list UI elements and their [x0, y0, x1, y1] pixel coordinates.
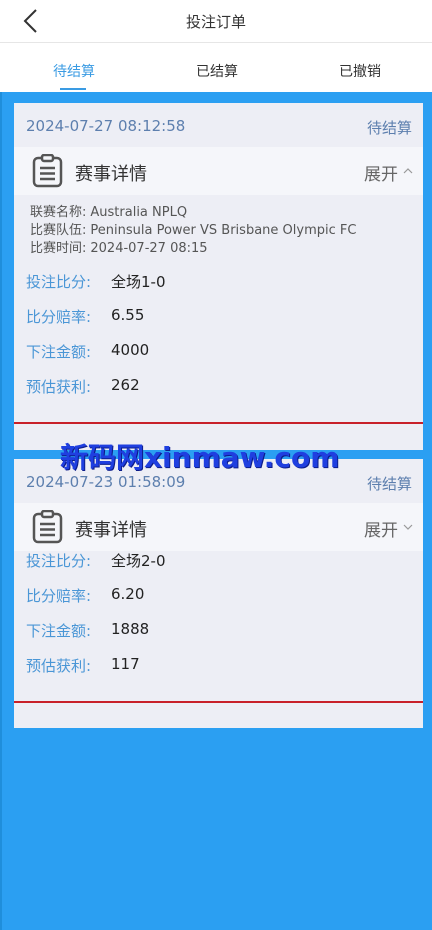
- bet-amount-row: 下注金额: 4000: [26, 341, 149, 362]
- bet-score-row: 投注比分: 全场1-0: [26, 271, 166, 292]
- league-line: 联赛名称: Australia NPLQ: [30, 204, 187, 222]
- estimated-profit-label: 预估获利:: [26, 378, 92, 396]
- teams-line: 比赛队伍: Peninsula Power VS Brisbane Olympic…: [30, 222, 356, 240]
- active-tab-indicator: [60, 88, 86, 90]
- status-badge: 待结算: [366, 475, 412, 493]
- odds-label: 比分赔率:: [26, 308, 92, 326]
- chevron-down-icon[interactable]: [403, 523, 413, 531]
- card-divider: [14, 422, 423, 424]
- bet-amount-label: 下注金额:: [26, 622, 92, 640]
- order-date: 2024-07-27 08:12:58: [26, 117, 186, 135]
- bet-amount-value: 1888: [111, 620, 150, 638]
- expand-label[interactable]: 展开: [364, 160, 398, 185]
- chevron-up-icon[interactable]: [403, 167, 413, 175]
- expand-label[interactable]: 展开: [364, 516, 398, 541]
- order-card: 2024-07-27 08:12:58 待结算 赛事详情 展开 联赛名称: Aus…: [14, 103, 423, 450]
- watermark-text: 新码网xinmaw.com: [60, 441, 340, 474]
- bet-amount-value: 4000: [111, 341, 150, 359]
- match-time-label: 比赛时间:: [30, 241, 87, 256]
- bet-score-label: 投注比分:: [26, 552, 92, 570]
- match-time-line: 比赛时间: 2024-07-27 08:15: [30, 240, 208, 258]
- match-details-toggle[interactable]: 赛事详情 展开: [14, 503, 423, 551]
- odds-value: 6.20: [111, 585, 145, 603]
- league-label: 联赛名称:: [30, 205, 87, 220]
- details-title: 赛事详情: [75, 164, 147, 185]
- card-divider: [14, 701, 423, 703]
- bet-score-row: 投注比分: 全场2-0: [26, 550, 166, 571]
- bet-score-value: 全场2-0: [111, 552, 166, 570]
- teams-label: 比赛队伍:: [30, 223, 87, 238]
- estimated-profit-value: 262: [111, 376, 140, 394]
- status-badge: 待结算: [366, 119, 412, 137]
- bet-amount-row: 下注金额: 1888: [26, 620, 149, 641]
- odds-row: 比分赔率: 6.20: [26, 585, 144, 606]
- estimated-profit-row: 预估获利: 262: [26, 376, 140, 397]
- match-time-value: 2024-07-27 08:15: [90, 241, 208, 256]
- bet-score-value: 全场1-0: [111, 273, 166, 291]
- tab-bar: 待结算 已结算 已撤销: [0, 43, 432, 92]
- odds-value: 6.55: [111, 306, 145, 324]
- page-title: 投注订单: [185, 13, 246, 31]
- match-details-toggle[interactable]: 赛事详情 展开: [14, 147, 423, 195]
- tab-pending[interactable]: 待结算: [14, 61, 134, 81]
- tab-settled[interactable]: 已结算: [157, 61, 277, 81]
- bet-amount-label: 下注金额:: [26, 343, 92, 361]
- document-icon: [32, 154, 63, 188]
- bet-score-label: 投注比分:: [26, 273, 92, 291]
- document-icon: [32, 510, 63, 544]
- order-card: 2024-07-23 01:58:09 待结算 赛事详情 展开 投注比分: 全场…: [14, 459, 423, 728]
- order-card-header: 2024-07-27 08:12:58 待结算: [14, 103, 423, 147]
- teams-value: Peninsula Power VS Brisbane Olympic FC: [90, 223, 357, 238]
- estimated-profit-label: 预估获利:: [26, 657, 92, 675]
- odds-row: 比分赔率: 6.55: [26, 306, 144, 327]
- estimated-profit-value: 117: [111, 655, 140, 673]
- tab-cancelled[interactable]: 已撤销: [300, 61, 420, 81]
- estimated-profit-row: 预估获利: 117: [26, 655, 140, 676]
- details-title: 赛事详情: [75, 520, 147, 541]
- order-list[interactable]: 2024-07-27 08:12:58 待结算 赛事详情 展开 联赛名称: Aus…: [0, 92, 432, 930]
- top-bar: 投注订单: [0, 0, 432, 43]
- league-value: Australia NPLQ: [90, 205, 188, 220]
- odds-label: 比分赔率:: [26, 587, 92, 605]
